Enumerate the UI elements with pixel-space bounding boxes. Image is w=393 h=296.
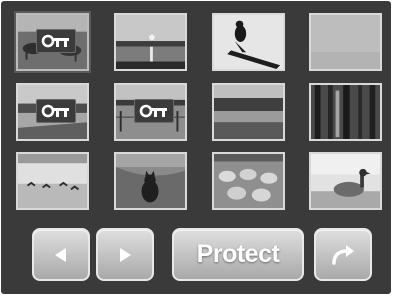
thumb-blank-sky[interactable]: [309, 13, 382, 71]
thumb-goose-shore[interactable]: [309, 152, 382, 210]
lock-key-icon: [41, 34, 69, 48]
thumb-forest-trees[interactable]: [309, 83, 382, 141]
thumbnail-image: [214, 15, 283, 69]
protected-badge: [36, 99, 76, 123]
thumbnail-image: [311, 154, 380, 208]
lock-key-icon: [41, 104, 69, 118]
thumb-lake-sunset[interactable]: [114, 13, 187, 71]
thumb-pasture-fence[interactable]: [114, 83, 187, 141]
return-button[interactable]: [314, 228, 372, 281]
thumbnail-grid: [1, 1, 391, 221]
next-button[interactable]: [96, 228, 154, 281]
triangle-left-icon: [55, 247, 66, 262]
protected-badge: [36, 29, 76, 53]
return-arrow-icon: [332, 244, 354, 265]
previous-button[interactable]: [32, 228, 90, 281]
thumb-cows-field[interactable]: [16, 13, 89, 71]
thumbnail-image: [116, 15, 185, 69]
playback-screen: Protect: [1, 1, 391, 294]
thumbnail-image: [116, 154, 185, 208]
thumbnail-image: [214, 85, 283, 139]
thumb-cat-grass[interactable]: [114, 152, 187, 210]
lock-key-icon: [139, 104, 167, 118]
thumb-sheep-flock[interactable]: [212, 152, 285, 210]
thumbnail-image: [311, 15, 380, 69]
thumbnail-image: [311, 85, 380, 139]
thumbnail-image: [18, 154, 87, 208]
thumb-lake-reflection[interactable]: [212, 83, 285, 141]
protect-button-label: Protect: [196, 240, 280, 268]
thumb-birds-shore[interactable]: [16, 152, 89, 210]
protected-badge: [134, 99, 174, 123]
triangle-right-icon: [120, 247, 131, 262]
protect-button[interactable]: Protect: [172, 228, 304, 281]
thumbnail-image: [214, 154, 283, 208]
thumb-river-landscape[interactable]: [16, 83, 89, 141]
thumb-person-on-log[interactable]: [212, 13, 285, 71]
